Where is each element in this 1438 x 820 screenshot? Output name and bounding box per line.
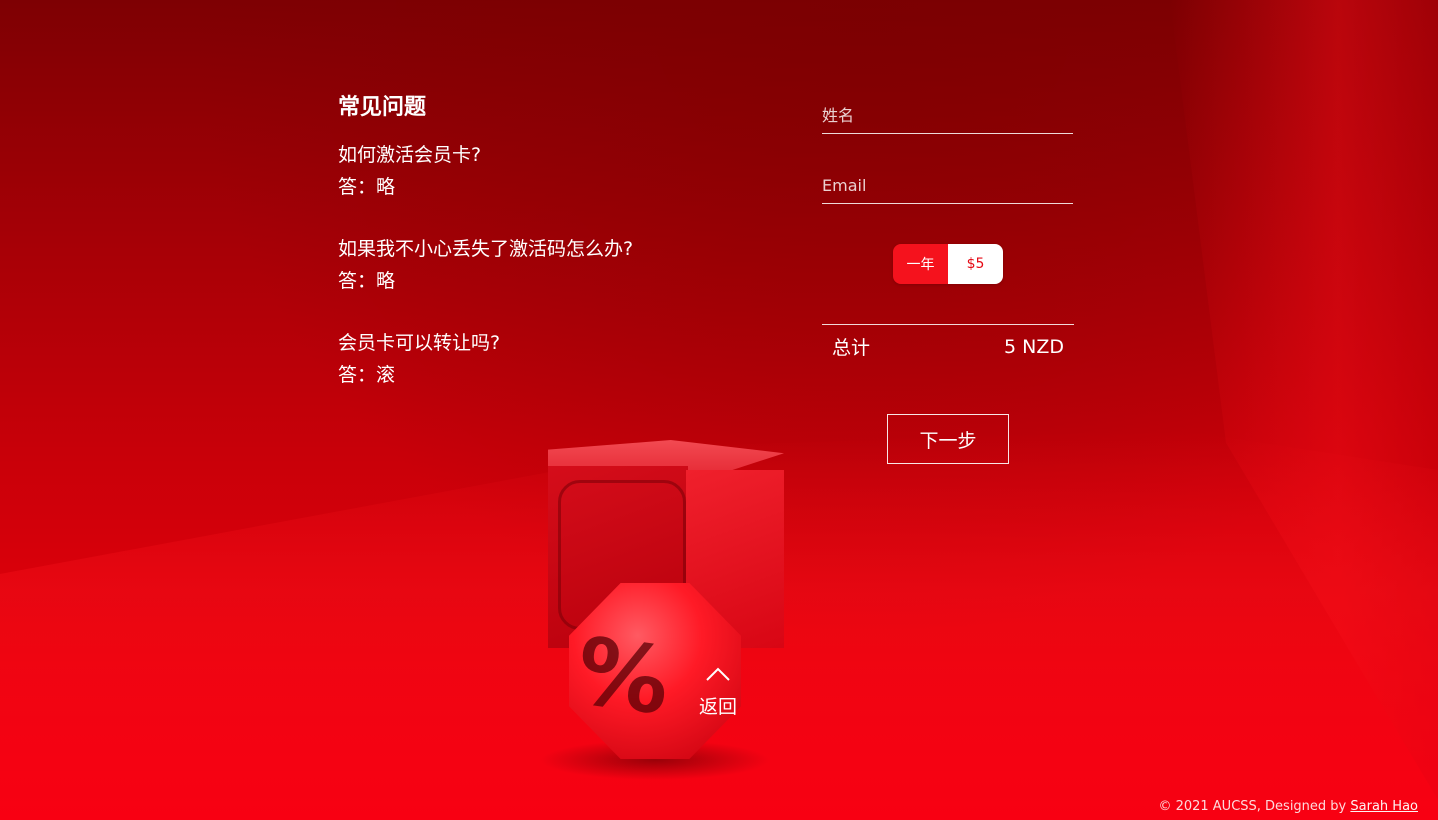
- total-row: 总计 5 NZD: [822, 324, 1074, 368]
- faq-question: 会员卡可以转让吗?: [338, 332, 501, 354]
- author-link[interactable]: Sarah Hao: [1350, 799, 1418, 814]
- chevron-up-icon: [690, 666, 746, 682]
- plan-option-one-year[interactable]: 一年: [893, 244, 948, 284]
- membership-form: 一年 $5 总计 5 NZD 下一步: [822, 92, 1074, 464]
- total-label: 总计: [832, 337, 871, 359]
- faq-answer: 答：略: [338, 269, 396, 292]
- faq-item: 如何激活会员卡? 答：略: [338, 140, 638, 203]
- percent-symbol: %: [570, 617, 677, 736]
- email-input[interactable]: [822, 162, 1073, 203]
- faq-item: 会员卡可以转让吗? 答：滚: [338, 328, 638, 391]
- next-button[interactable]: 下一步: [887, 414, 1009, 464]
- name-field: [822, 92, 1073, 134]
- faq-title: 常见问题: [338, 95, 427, 120]
- faq-question: 如何激活会员卡?: [338, 144, 482, 166]
- back-label: 返回: [698, 696, 737, 718]
- faq-answer: 答：滚: [338, 363, 396, 386]
- faq-item: 如果我不小心丢失了激活码怎么办? 答：略: [338, 234, 638, 297]
- faq-question: 如果我不小心丢失了激活码怎么办?: [338, 238, 634, 260]
- faq-list: 如何激活会员卡? 答：略 如果我不小心丢失了激活码怎么办? 答：略 会员卡可以转…: [338, 140, 638, 391]
- plan-toggle[interactable]: 一年 $5: [893, 244, 1003, 284]
- email-field: [822, 162, 1073, 204]
- back-button[interactable]: 返回: [690, 666, 746, 719]
- faq-answer: 答：略: [338, 175, 396, 198]
- footer-copyright: © 2021 AUCSS, Designed by: [1158, 799, 1351, 814]
- footer: © 2021 AUCSS, Designed by Sarah Hao: [1158, 799, 1418, 814]
- total-value: 5 NZD: [1004, 335, 1064, 358]
- faq-section: 常见问题 如何激活会员卡? 答：略 如果我不小心丢失了激活码怎么办? 答：略 会…: [338, 92, 638, 422]
- plan-price[interactable]: $5: [948, 244, 1003, 284]
- name-input[interactable]: [822, 92, 1073, 133]
